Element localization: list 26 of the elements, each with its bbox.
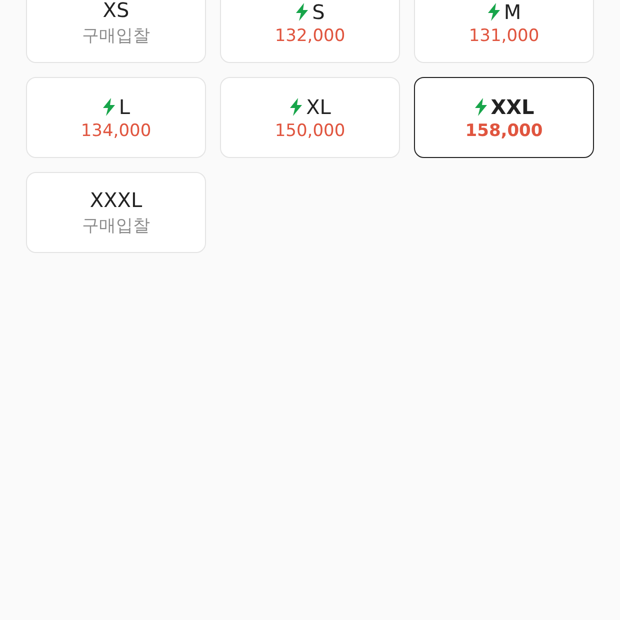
size-label: S [312,0,325,24]
price-label: 158,000 [465,120,543,140]
size-label: XS [102,0,130,22]
size-label: XXL [490,94,534,118]
lightning-icon [102,98,116,116]
lightning-icon [486,2,501,20]
price-label: 150,000 [274,120,346,140]
lightning-icon [289,98,304,116]
lightning-icon [295,2,310,20]
size-option[interactable]: XL 150,000 [220,77,400,158]
size-option[interactable]: XXXL 구매입찰 [26,172,206,253]
lightning-icon [474,98,488,116]
price-label: 134,000 [80,120,152,140]
size-option[interactable]: XXL 158,000 [414,77,594,158]
size-option[interactable]: S 132,000 [220,0,400,63]
size-option[interactable]: XS 구매입찰 [26,0,206,63]
price-label: 132,000 [274,26,346,46]
size-label: XL [306,94,331,118]
price-label: 구매입찰 [82,25,150,47]
size-label: XXXL [90,188,142,212]
size-label: L [118,94,130,118]
size-label: M [504,0,522,24]
price-label: 구매입찰 [82,215,150,237]
size-option[interactable]: L 134,000 [26,77,206,158]
size-option[interactable]: M 131,000 [414,0,594,63]
price-label: 131,000 [468,26,540,46]
